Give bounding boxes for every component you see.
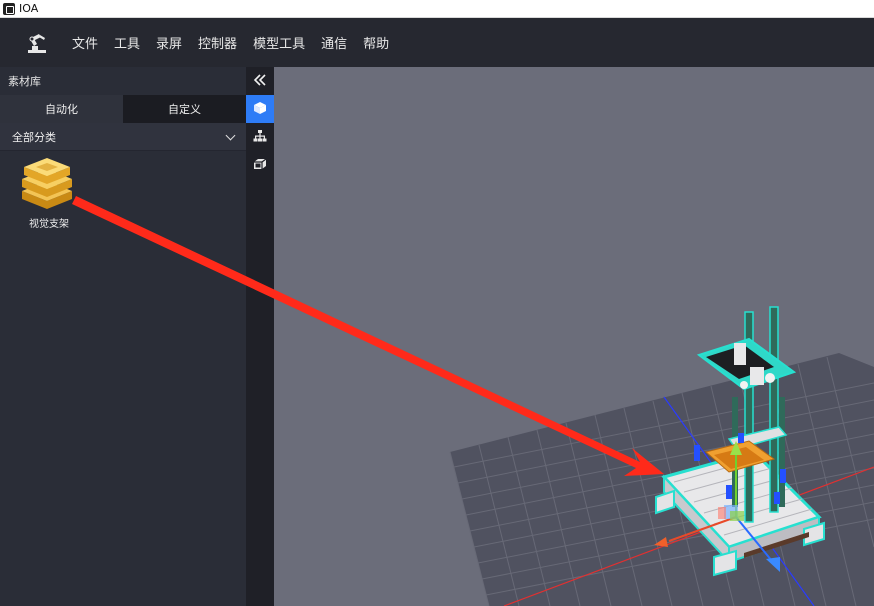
model-tool-button[interactable] xyxy=(246,151,274,179)
cube-outline-icon xyxy=(253,156,267,175)
menu-file[interactable]: 文件 xyxy=(64,18,106,67)
ground-grid xyxy=(449,353,874,606)
menu-bar: 文件 工具 录屏 控制器 模型工具 通信 帮助 xyxy=(0,18,874,67)
app-window: IOA 文件 工具 录屏 控制器 模型工具 通信 帮助 素材库 自动化 自定义 xyxy=(0,0,874,606)
scene-canvas xyxy=(449,306,874,606)
3d-viewport[interactable] xyxy=(274,67,874,606)
asset-label: 视觉支架 xyxy=(29,219,69,230)
menu-controller[interactable]: 控制器 xyxy=(190,18,245,67)
menu-model-tools[interactable]: 模型工具 xyxy=(245,18,313,67)
asset-library-tool-button[interactable] xyxy=(246,95,274,123)
panel-title: 素材库 xyxy=(0,67,246,95)
collapse-double-chevron-icon xyxy=(253,72,267,91)
cube-icon xyxy=(253,100,267,119)
hierarchy-tool-button[interactable] xyxy=(246,123,274,151)
chevron-down-icon xyxy=(226,132,236,142)
tab-custom[interactable]: 自定义 xyxy=(123,95,246,123)
asset-item[interactable]: 视觉支架 xyxy=(18,155,80,230)
window-title: IOA xyxy=(19,2,39,15)
category-selected-label: 全部分类 xyxy=(12,130,56,144)
menu-tools[interactable]: 工具 xyxy=(106,18,148,67)
tab-automation[interactable]: 自动化 xyxy=(0,95,123,123)
asset-tabs: 自动化 自定义 xyxy=(0,95,246,123)
robot-arm-logo-icon xyxy=(24,30,50,56)
title-bar: IOA xyxy=(0,0,874,18)
asset-library-panel: 素材库 自动化 自定义 全部分类 视觉支架 xyxy=(0,67,246,606)
category-dropdown[interactable]: 全部分类 xyxy=(0,123,246,151)
collapse-panel-button[interactable] xyxy=(246,67,274,95)
side-toolbar xyxy=(246,67,274,606)
menu-help[interactable]: 帮助 xyxy=(355,18,397,67)
hierarchy-icon xyxy=(253,128,267,147)
menu-record-screen[interactable]: 录屏 xyxy=(148,18,190,67)
menu-communication[interactable]: 通信 xyxy=(313,18,355,67)
stacked-box-asset-icon xyxy=(18,155,76,213)
app-icon xyxy=(3,2,15,15)
